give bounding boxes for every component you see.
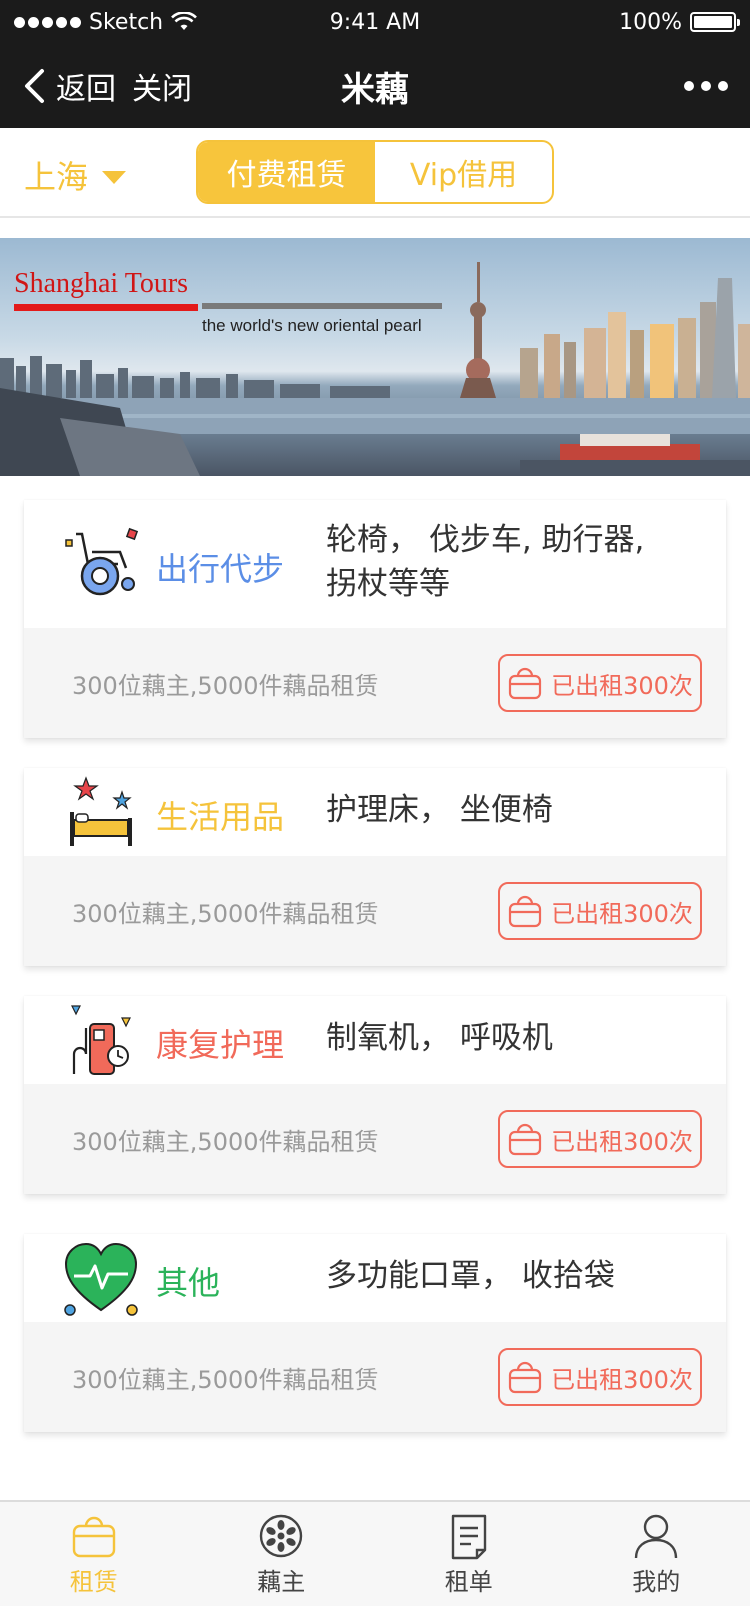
back-button[interactable]: 返回	[22, 64, 116, 108]
tab-paid-rental[interactable]: 付费租赁	[198, 142, 375, 202]
signal-icon	[14, 16, 81, 28]
rented-count-button[interactable]: 已出租300次	[498, 654, 702, 712]
tab-vip-borrow[interactable]: Vip借用	[375, 142, 552, 202]
category-footer: 300位藕主,5000件藕品租赁 已出租300次	[24, 1084, 726, 1194]
carrier-label: Sketch	[89, 9, 164, 35]
top-bar: Sketch 9:41 AM 100% 返回 关闭 米藕	[0, 0, 750, 128]
city-selector[interactable]: 上海	[24, 152, 127, 198]
category-description: 轮椅， 伐步车, 助行器, 拐杖等等	[326, 522, 645, 602]
category-stats: 300位藕主,5000件藕品租赁	[72, 900, 379, 928]
tab-label: 藕主	[257, 1567, 306, 1596]
close-button[interactable]: 关闭	[132, 64, 192, 108]
banner-divider	[202, 303, 442, 309]
navigation-bar: 返回 关闭 米藕	[0, 44, 750, 128]
category-card-mobility[interactable]: 出行代步 轮椅， 伐步车, 助行器, 拐杖等等 300位藕主,5000件藕品租赁…	[24, 500, 726, 738]
chevron-left-icon	[25, 69, 44, 103]
tab-label: 租赁	[69, 1567, 118, 1596]
rented-count-button[interactable]: 已出租300次	[498, 1348, 702, 1406]
tab-label: 我的	[632, 1567, 681, 1596]
tab-orders[interactable]: 租单	[375, 1502, 563, 1606]
bed-icon	[70, 776, 132, 846]
filter-row: 上海 付费租赁 Vip借用	[0, 128, 750, 218]
rented-count-button[interactable]: 已出租300次	[498, 1110, 702, 1168]
bag-icon	[508, 1123, 542, 1156]
banner[interactable]: Shanghai Tours the world's new oriental …	[0, 238, 750, 476]
category-footer: 300位藕主,5000件藕品租赁 已出租300次	[24, 628, 726, 738]
banner-subtitle: the world's new oriental pearl	[202, 316, 422, 335]
category-description: 护理床， 坐便椅	[326, 792, 553, 828]
rented-count-label: 已出租300次	[551, 1127, 693, 1156]
rented-count-label: 已出租300次	[551, 899, 693, 928]
tab-lotus-owner[interactable]: 藕主	[188, 1502, 376, 1606]
rented-count-label: 已出租300次	[551, 671, 693, 700]
category-stats: 300位藕主,5000件藕品租赁	[72, 1366, 379, 1394]
caret-down-icon	[102, 170, 127, 184]
banner-title: Shanghai Tours	[14, 268, 198, 311]
category-name: 出行代步	[156, 550, 285, 588]
wifi-icon	[171, 12, 198, 30]
city-label: 上海	[24, 158, 89, 196]
rented-count-button[interactable]: 已出租300次	[498, 882, 702, 940]
tab-label: 租单	[444, 1567, 493, 1596]
category-name: 生活用品	[156, 798, 285, 836]
status-bar: Sketch 9:41 AM 100%	[0, 0, 750, 44]
category-card-other[interactable]: 其他 多功能口罩， 收拾袋 300位藕主,5000件藕品租赁 已出租300次	[24, 1234, 726, 1432]
oxygen-machine-icon	[71, 1005, 131, 1075]
category-card-daily-supplies[interactable]: 生活用品 护理床， 坐便椅 300位藕主,5000件藕品租赁 已出租300次	[24, 768, 726, 966]
bag-icon	[508, 1361, 542, 1394]
category-footer: 300位藕主,5000件藕品租赁 已出租300次	[24, 856, 726, 966]
bag-icon	[72, 1516, 115, 1557]
category-card-rehab-care[interactable]: 康复护理 制氧机， 呼吸机 300位藕主,5000件藕品租赁 已出租300次	[24, 996, 726, 1194]
battery-percent: 100%	[619, 9, 682, 35]
more-icon[interactable]	[684, 81, 728, 91]
battery-icon	[690, 12, 740, 32]
bag-icon	[508, 667, 542, 700]
rented-count-label: 已出租300次	[551, 1365, 693, 1394]
bag-icon	[508, 895, 542, 928]
tab-rental[interactable]: 租赁	[0, 1502, 188, 1606]
back-label: 返回	[56, 72, 116, 107]
user-icon	[635, 1514, 678, 1558]
category-stats: 300位藕主,5000件藕品租赁	[72, 672, 379, 700]
heart-pulse-icon	[64, 1242, 138, 1316]
category-stats: 300位藕主,5000件藕品租赁	[72, 1128, 379, 1156]
category-name: 其他	[156, 1264, 221, 1302]
tab-bar: 租赁 藕主 租单 我的	[0, 1500, 750, 1606]
tab-mine[interactable]: 我的	[563, 1502, 750, 1606]
category-description: 多功能口罩， 收拾袋	[326, 1258, 615, 1294]
rental-type-segment: 付费租赁 Vip借用	[196, 140, 554, 204]
order-list-icon	[451, 1514, 486, 1559]
category-description: 制氧机， 呼吸机	[326, 1020, 553, 1056]
category-name: 康复护理	[156, 1026, 285, 1064]
lotus-root-icon	[260, 1514, 303, 1557]
category-footer: 300位藕主,5000件藕品租赁 已出租300次	[24, 1322, 726, 1432]
wheelchair-icon	[65, 527, 139, 596]
